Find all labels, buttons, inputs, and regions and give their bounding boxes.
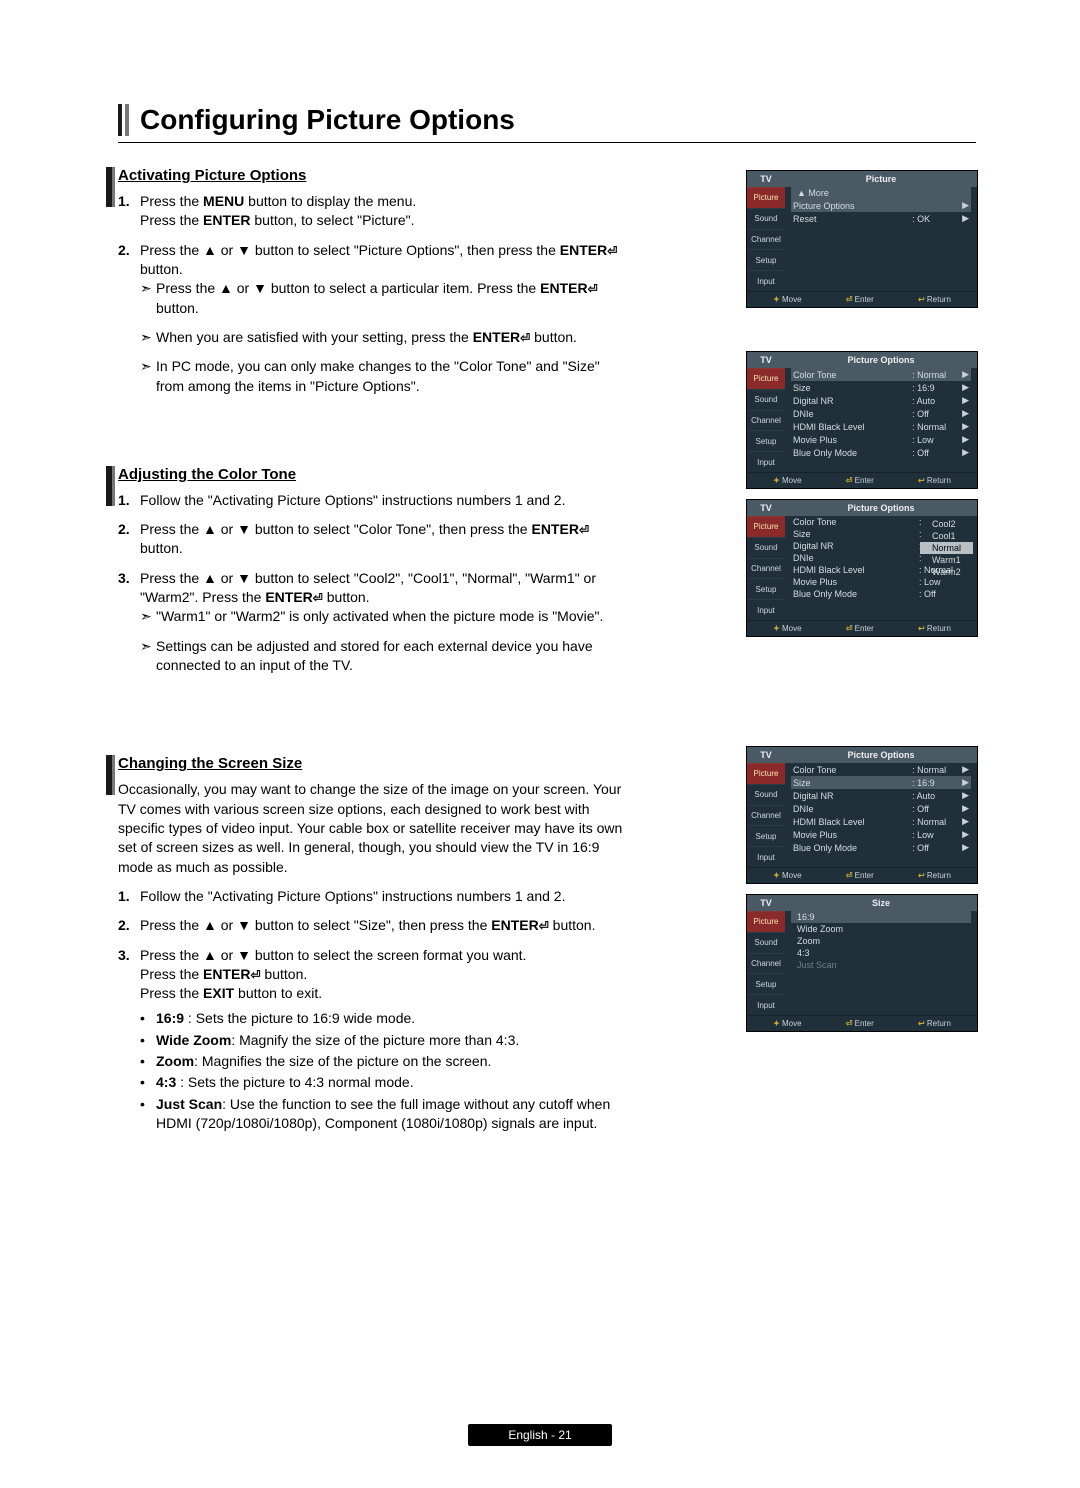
- osd-sidebar: Picture Sound Channel Setup Input: [747, 187, 785, 291]
- step-2: Press the ▲ or ▼ button to select "Color…: [118, 520, 628, 559]
- osd-mock-colortone-popup: TVPicture Options Picture Sound Channel …: [746, 499, 978, 637]
- step-1: Follow the "Activating Picture Options" …: [118, 491, 628, 510]
- page-title: Configuring Picture Options: [140, 104, 515, 136]
- osd-mock-colortone-group: TVPicture Options Picture Sound Channel …: [746, 351, 976, 637]
- note: "Warm1" or "Warm2" is only activated whe…: [140, 607, 628, 626]
- osd-mock-size-group: TVPicture Options Picture Sound Channel …: [746, 746, 976, 1032]
- osd-mock-picture: TVPicture Picture Sound Channel Setup In…: [746, 170, 976, 308]
- divider: [118, 142, 976, 143]
- osd-mock-picture-options: TVPicture Options Picture Sound Channel …: [746, 351, 978, 489]
- page-number-pill: English - 21: [468, 1424, 611, 1446]
- step-3: Press the ▲ or ▼ button to select the sc…: [118, 946, 628, 1134]
- title-mark-icon: [118, 104, 134, 136]
- note: Settings can be adjusted and stored for …: [140, 637, 628, 676]
- section-mark-icon: [106, 466, 115, 506]
- intro-text: Occasionally, you may want to change the…: [118, 780, 628, 877]
- note: When you are satisfied with your setting…: [140, 328, 628, 347]
- osd-mock-size-menu: TVSize Picture Sound Channel Setup Input…: [746, 894, 978, 1032]
- step-1: Follow the "Activating Picture Options" …: [118, 887, 628, 906]
- manual-page: Configuring Picture Options Activating P…: [0, 0, 1080, 1488]
- page-footer: English - 21: [0, 1424, 1080, 1446]
- step-1: Press the MENU button to display the men…: [118, 192, 628, 231]
- title-row: Configuring Picture Options: [118, 104, 976, 136]
- section-mark-icon: [106, 755, 115, 795]
- step-2: Press the ▲ or ▼ button to select "Pictu…: [118, 241, 628, 396]
- step-2: Press the ▲ or ▼ button to select "Size"…: [118, 916, 628, 935]
- colortone-popup: Cool2 Cool1 Normal Warm1 Warm2: [920, 518, 973, 578]
- step-3: Press the ▲ or ▼ button to select "Cool2…: [118, 569, 628, 676]
- osd-mock-picture-options-size: TVPicture Options Picture Sound Channel …: [746, 746, 978, 884]
- section-mark-icon: [106, 167, 115, 207]
- note: In PC mode, you can only make changes to…: [140, 357, 628, 396]
- options-list: 16:9 : Sets the picture to 16:9 wide mod…: [140, 1009, 628, 1133]
- note: Press the ▲ or ▼ button to select a part…: [140, 279, 628, 318]
